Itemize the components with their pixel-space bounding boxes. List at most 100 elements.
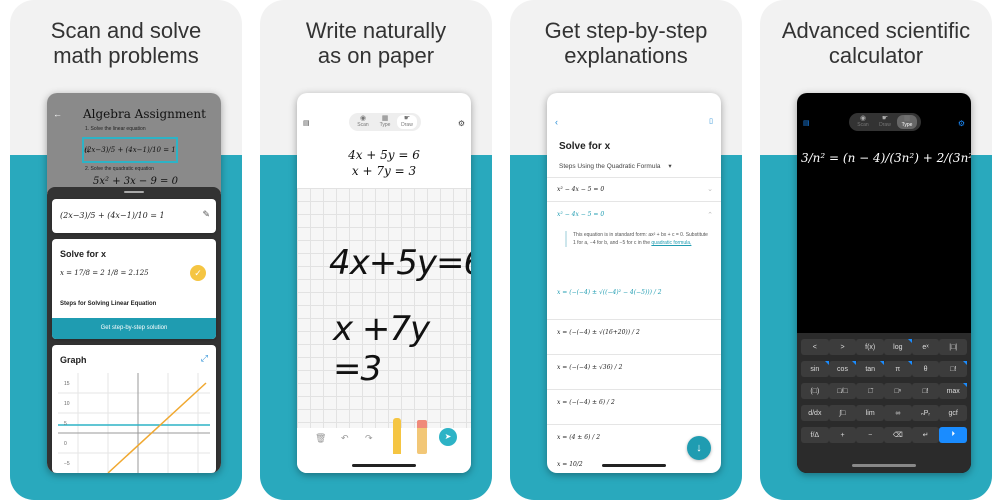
key-label: f(x): [865, 343, 876, 351]
expand-icon[interactable]: ⤢: [201, 353, 208, 364]
edit-pencil-icon[interactable]: ✎: [202, 209, 210, 220]
key[interactable]: eˣ: [911, 339, 940, 355]
key[interactable]: ₙPᵣ: [911, 405, 940, 421]
key[interactable]: d/dx: [801, 405, 829, 421]
scan-selection-box[interactable]: (2x−3)/5 + (4x−1)/10 = 1: [82, 137, 178, 163]
trash-icon[interactable]: 🗑: [315, 433, 326, 444]
key-label: +: [840, 431, 845, 439]
home-indicator: [352, 464, 416, 467]
key[interactable]: □ⁿ: [884, 383, 912, 399]
enter-key[interactable]: ↵: [911, 427, 940, 443]
step-row[interactable]: x² − 4x − 5 = 0: [557, 186, 717, 193]
key[interactable]: +: [828, 427, 857, 443]
mode-draw[interactable]: ☛ Draw: [397, 115, 417, 129]
send-icon: ⏵: [951, 431, 955, 438]
scroll-down-icon[interactable]: ↓: [687, 436, 711, 460]
chevron-up-icon[interactable]: ⌃: [707, 211, 713, 219]
key[interactable]: □!: [911, 383, 940, 399]
divider: [547, 177, 721, 178]
keypad-row: sin cos tan π θ □!: [801, 361, 968, 377]
step-row[interactable]: x = (−(−4) ± √((−4)² − 4(−5))) / 2: [557, 289, 717, 296]
key[interactable]: □!: [939, 361, 968, 377]
mode-scan-label: Scan: [857, 122, 869, 128]
step-equation: x = 10/2: [557, 461, 583, 468]
key-label: θ: [923, 365, 928, 373]
key[interactable]: log: [884, 339, 912, 355]
key[interactable]: >: [828, 339, 857, 355]
key[interactable]: f/Δ: [801, 427, 829, 443]
key[interactable]: (□): [801, 383, 829, 399]
bookmark-icon[interactable]: ▯: [709, 117, 713, 125]
key[interactable]: |□|: [939, 339, 968, 355]
key[interactable]: □̄: [856, 383, 885, 399]
step-equation: x = (−(−4) ± √36) / 2: [557, 364, 623, 371]
pencil-icon[interactable]: [393, 418, 401, 454]
mode-draw[interactable]: ☛ Draw: [875, 115, 895, 129]
panel-caption: Scan and solve math problems: [10, 18, 242, 68]
history-icon[interactable]: ▤: [803, 119, 810, 127]
backspace-key[interactable]: ⌫: [884, 427, 912, 443]
draw-hand-icon: ☛: [403, 115, 411, 122]
key-label: |□|: [949, 343, 958, 351]
mode-switcher[interactable]: ◉ Scan ▦ Type ☛ Draw: [349, 113, 421, 131]
solve-key[interactable]: ⏵: [939, 427, 968, 443]
key-label: f/Δ: [810, 431, 820, 439]
key[interactable]: gcf: [939, 405, 968, 421]
mode-switcher[interactable]: ◉ Scan ☛ Draw ▦ Type: [849, 113, 921, 131]
recognized-card[interactable]: (2x−3)/5 + (4x−1)/10 = 1 ✎: [52, 199, 216, 233]
key[interactable]: f(x): [856, 339, 885, 355]
step-row[interactable]: x = (−(−4) ± 6) / 2: [557, 399, 717, 406]
problem2-label: 2. Solve the quadratic equation: [85, 166, 154, 172]
scientific-keypad: < > f(x) log eˣ |□| sin cos tan π θ □! (…: [797, 333, 971, 473]
mode-type[interactable]: ▦ Type: [375, 115, 395, 129]
backspace-icon: ⌫: [892, 432, 903, 439]
step-row[interactable]: x = (−(−4) ± √(16+20)) / 2: [557, 329, 717, 336]
graph-title: Graph: [60, 355, 87, 365]
key[interactable]: max: [939, 383, 968, 399]
back-chevron-icon[interactable]: ‹: [555, 117, 558, 127]
redo-icon[interactable]: ↷: [365, 433, 373, 444]
step-row-expanded[interactable]: x² − 4x − 5 = 0: [557, 211, 717, 218]
mode-scan[interactable]: ◉ Scan: [353, 115, 373, 129]
settings-gear-icon[interactable]: ⚙: [458, 119, 465, 128]
key[interactable]: ∫□: [828, 405, 857, 421]
undo-icon[interactable]: ↶: [341, 433, 349, 444]
step-equation: x² − 4x − 5 = 0: [557, 186, 605, 193]
key[interactable]: cos: [828, 361, 857, 377]
expression-input[interactable]: 3/n² = (n − 4)/(3n²) + 2/(3n²): [801, 151, 971, 165]
feature-panel-calculator: Advanced scientific calculator ▤ ◉ Scan ☛…: [760, 0, 992, 500]
step-by-step-button[interactable]: Get step-by-step solution: [52, 318, 216, 339]
caption-line-2: explanations: [564, 43, 688, 68]
caption-line-1: Advanced scientific: [781, 18, 971, 43]
assignment-title: Algebra Assignment: [83, 107, 206, 121]
quadratic-formula-link[interactable]: quadratic formula,: [651, 240, 691, 246]
chevron-down-icon[interactable]: ⌄: [707, 185, 713, 193]
mode-scan-label: Scan: [357, 122, 369, 128]
key[interactable]: □/□: [828, 383, 857, 399]
graph-plot[interactable]: 15 10 5 0 −5: [58, 373, 210, 473]
mode-scan[interactable]: ◉ Scan: [853, 115, 873, 129]
step-equation: x = (−(−4) ± √(16+20)) / 2: [557, 329, 640, 336]
step-row[interactable]: x = (−(−4) ± √36) / 2: [557, 364, 717, 371]
panel-caption: Get step-by-step explanations: [510, 18, 742, 68]
settings-gear-icon[interactable]: ⚙: [958, 119, 965, 128]
solve-card: Solve for x x = 17/8 = 2 1/8 = 2.125 ✓ S…: [52, 239, 216, 339]
key[interactable]: tan: [856, 361, 885, 377]
back-arrow-icon[interactable]: ←: [53, 109, 62, 119]
key[interactable]: −: [856, 427, 885, 443]
mode-type[interactable]: ▦ Type: [897, 115, 917, 129]
key[interactable]: sin: [801, 361, 829, 377]
key[interactable]: θ: [911, 361, 940, 377]
keypad-row: (□) □/□ □̄ □ⁿ □! max: [801, 383, 968, 399]
key[interactable]: ∞: [884, 405, 912, 421]
method-dropdown[interactable]: Steps Using the Quadratic Formula ▾: [559, 162, 672, 170]
phone-screen: ▤ ◉ Scan ☛ Draw ▦ Type ⚙ 3/n² = (n − 4)/(3n…: [797, 93, 971, 473]
sheet-handle[interactable]: [124, 191, 144, 193]
history-icon[interactable]: ▤: [303, 119, 310, 127]
key[interactable]: <: [801, 339, 829, 355]
eraser-icon[interactable]: [417, 420, 427, 454]
key-label: π: [895, 365, 901, 373]
send-icon[interactable]: ➤: [439, 428, 457, 446]
key[interactable]: π: [884, 361, 912, 377]
key[interactable]: lim: [856, 405, 885, 421]
